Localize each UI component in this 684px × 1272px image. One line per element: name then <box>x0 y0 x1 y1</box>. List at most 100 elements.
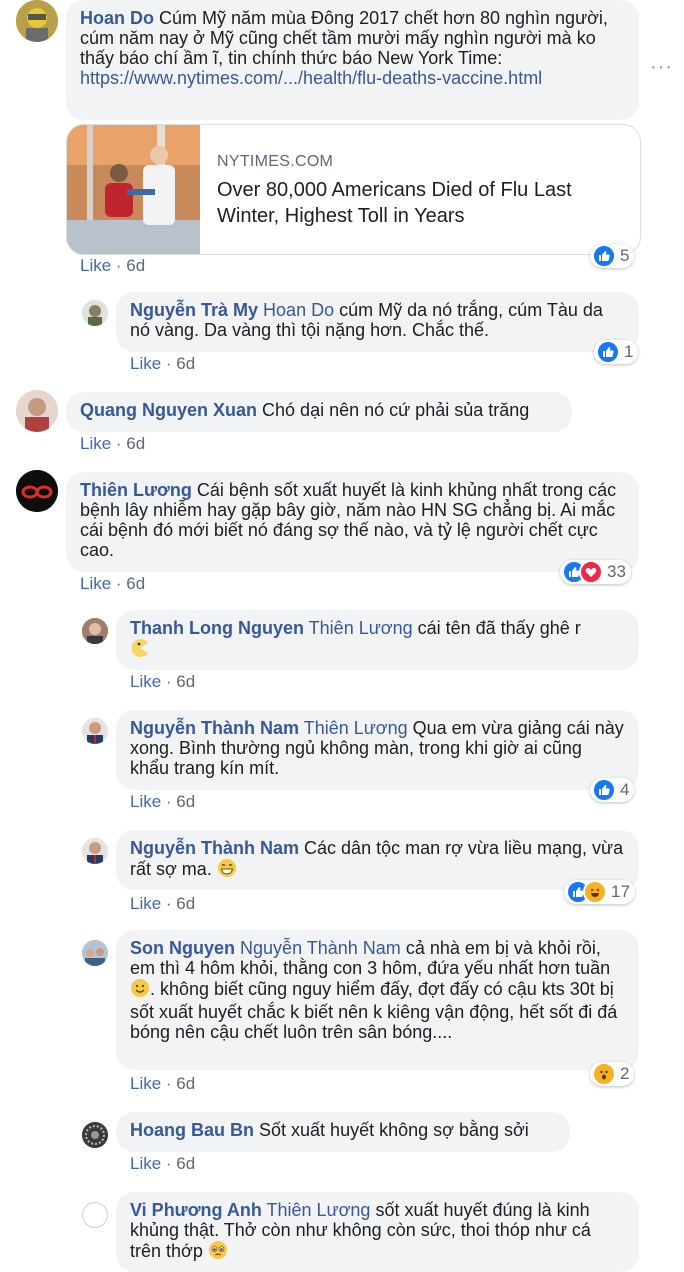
comment-actions: Like · 6d <box>130 1074 196 1093</box>
comment-text: Cúm Mỹ năm mùa Đông 2017 chết hơn 80 ngh… <box>80 8 608 68</box>
like-button[interactable]: Like <box>130 792 161 811</box>
avatar-image <box>82 838 108 864</box>
like-reaction-icon <box>596 340 620 364</box>
comment-time[interactable]: 6d <box>176 792 195 811</box>
avatar[interactable] <box>82 300 108 326</box>
mention-tag[interactable]: Nguyễn Thành Nam <box>240 938 401 958</box>
comment-author[interactable]: Vi Phương Anh <box>130 1200 262 1220</box>
link-domain: NYTIMES.COM <box>217 153 334 170</box>
avatar[interactable] <box>82 618 108 644</box>
comment-bubble: Nguyễn Trà My Hoan Do cúm Mỹ da nó trắng… <box>116 292 639 352</box>
comment-author[interactable]: Son Nguyen <box>130 938 235 958</box>
reaction-summary[interactable]: 5 <box>590 244 635 268</box>
comment-bubble: Hoang Bau Bn Sốt xuất huyết không sợ bằn… <box>116 1112 570 1152</box>
comment-actions: Like · 6d <box>130 1154 196 1173</box>
reaction-summary[interactable]: 2 <box>590 1062 635 1086</box>
reaction-summary[interactable]: 4 <box>590 778 635 802</box>
reaction-count: 2 <box>620 1064 630 1083</box>
comment-bubble: Nguyễn Thành Nam Thiên Lương Qua em vừa … <box>116 710 639 790</box>
like-button[interactable]: Like <box>80 434 111 453</box>
mention-tag[interactable]: Thiên Lương <box>304 718 408 738</box>
grin-emoji-icon <box>217 858 237 882</box>
link-preview-image <box>67 125 200 254</box>
comment-author[interactable]: Nguyễn Trà My <box>130 300 258 320</box>
like-reaction-icon <box>592 778 616 802</box>
like-button[interactable]: Like <box>80 256 111 275</box>
more-options-icon[interactable]: ··· <box>650 56 673 79</box>
avatar-image <box>16 390 58 432</box>
like-button[interactable]: Like <box>130 672 161 691</box>
reaction-count: 17 <box>611 882 630 901</box>
like-button[interactable]: Like <box>80 574 111 593</box>
avatar[interactable] <box>82 940 108 966</box>
like-reaction-icon <box>592 244 616 268</box>
reaction-summary[interactable]: 1 <box>594 340 639 364</box>
link-title[interactable]: Over 80,000 Americans Died of Flu Last W… <box>217 177 617 229</box>
comment-time[interactable]: 6d <box>176 354 195 373</box>
comment-text: Chó dại nên nó cứ phải sủa trăng <box>262 400 530 420</box>
comment-actions: Like · 6d <box>130 354 196 373</box>
comment-actions: Like · 6d <box>130 672 196 691</box>
like-button[interactable]: Like <box>130 1074 161 1093</box>
comment-time[interactable]: 6d <box>126 434 145 453</box>
avatar[interactable] <box>16 470 58 512</box>
love-reaction-icon <box>579 560 603 584</box>
comment-actions: Like · 6d <box>130 894 196 913</box>
comment-author[interactable]: Nguyễn Thành Nam <box>130 718 299 738</box>
comment-bubble: Nguyễn Thành Nam Các dân tộc man rợ vừa … <box>116 830 639 890</box>
comment-actions: Like · 6d <box>80 574 146 593</box>
mention-tag[interactable]: Thiên Lương <box>267 1200 371 1220</box>
reaction-count: 33 <box>607 562 626 581</box>
comment-bubble: Thiên Lương Cái bệnh sốt xuất huyết là k… <box>66 472 639 572</box>
comment-time[interactable]: 6d <box>176 894 195 913</box>
comment-bubble: Vi Phương Anh Thiên Lương sốt xuất huyết… <box>116 1192 639 1272</box>
comment-time[interactable]: 6d <box>176 1074 195 1093</box>
comment-bubble: Thanh Long Nguyen Thiên Lương cái tên đã… <box>116 610 639 670</box>
comment-text-continued: . không biết cũng nguy hiểm đấy, đợt đấy… <box>130 979 618 1042</box>
comment-text: Sốt xuất huyết không sợ bằng sởi <box>259 1120 529 1140</box>
comment-bubble: Son Nguyen Nguyễn Thành Nam cả nhà em bị… <box>116 930 639 1070</box>
avatar-image <box>82 1122 108 1148</box>
comment-text: cái tên đã thấy ghê r <box>417 618 581 638</box>
comment-author[interactable]: Nguyễn Thành Nam <box>130 838 299 858</box>
link-preview-card[interactable]: NYTIMES.COM Over 80,000 Americans Died o… <box>66 124 641 255</box>
mention-tag[interactable]: Hoan Do <box>263 300 334 320</box>
avatar-image <box>16 0 58 42</box>
avatar[interactable] <box>82 838 108 864</box>
avatar[interactable] <box>16 390 58 432</box>
avatar-image <box>82 718 108 744</box>
avatar-image <box>16 470 58 512</box>
comment-author[interactable]: Hoan Do <box>80 8 154 28</box>
comment-author[interactable]: Thiên Lương <box>80 480 192 500</box>
reaction-summary[interactable]: 17 <box>564 880 635 904</box>
mention-tag[interactable]: Thiên Lương <box>309 618 413 638</box>
avatar[interactable] <box>82 1122 108 1148</box>
comment-time[interactable]: 6d <box>126 574 145 593</box>
comment-link[interactable]: https://www.nytimes.com/.../health/flu-d… <box>80 68 542 88</box>
comment-bubble: Hoan Do Cúm Mỹ năm mùa Đông 2017 chết hơ… <box>66 0 639 120</box>
comment-time[interactable]: 6d <box>176 672 195 691</box>
comment-time[interactable]: 6d <box>126 256 145 275</box>
avatar[interactable] <box>82 718 108 744</box>
avatar[interactable] <box>16 0 58 42</box>
comment-author[interactable]: Thanh Long Nguyen <box>130 618 304 638</box>
comment-bubble: Quang Nguyen Xuan Chó dại nên nó cứ phải… <box>66 392 572 432</box>
pleading-emoji-icon <box>208 1240 228 1264</box>
smile-emoji-icon <box>130 978 150 1002</box>
avatar-image <box>82 300 108 326</box>
comment-time[interactable]: 6d <box>176 1154 195 1173</box>
like-button[interactable]: Like <box>130 894 161 913</box>
like-button[interactable]: Like <box>130 1154 161 1173</box>
haha-reaction-icon <box>583 880 607 904</box>
pacman-emoji-icon <box>130 638 150 662</box>
reaction-summary[interactable]: 33 <box>560 560 631 584</box>
comment-author[interactable]: Hoang Bau Bn <box>130 1120 254 1140</box>
avatar-image <box>82 940 108 966</box>
reaction-count: 4 <box>620 780 630 799</box>
reaction-count: 1 <box>624 342 634 361</box>
reaction-count: 5 <box>620 246 630 265</box>
wow-reaction-icon <box>592 1062 616 1086</box>
like-button[interactable]: Like <box>130 354 161 373</box>
avatar[interactable] <box>82 1202 108 1228</box>
comment-author[interactable]: Quang Nguyen Xuan <box>80 400 257 420</box>
